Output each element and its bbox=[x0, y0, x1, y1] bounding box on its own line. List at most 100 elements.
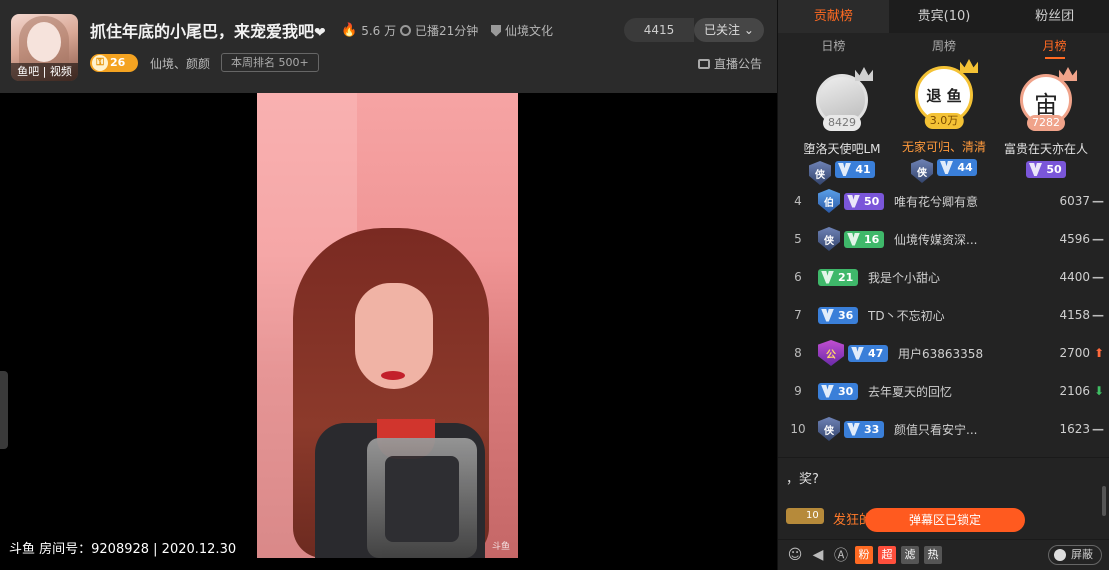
heat-value: 5.6 万 bbox=[361, 24, 397, 38]
tab-vip[interactable]: 贵宾(10) bbox=[889, 0, 1000, 33]
rank-row[interactable]: 8 公 47 用户63863358 2700 ⬆ bbox=[778, 334, 1109, 372]
week-rank-tag[interactable]: 本周排名 500+ bbox=[221, 53, 319, 72]
rank-row[interactable]: 6 21 我是个小甜心 4400 — bbox=[778, 258, 1109, 296]
rank-row[interactable]: 7 36 TD丶不忘初心 4158 — bbox=[778, 296, 1109, 334]
video-player[interactable]: 斗鱼 斗鱼 房间号：9208928 | 2020.12.30 bbox=[0, 93, 777, 570]
rank-score: 4400 bbox=[1059, 270, 1090, 284]
fan-level-badge: 50 bbox=[844, 192, 884, 210]
rank-row[interactable]: 10 侠 33 颜值只看安宁... 1623 — bbox=[778, 410, 1109, 448]
avatar[interactable]: 退 鱼 3.0万 bbox=[915, 59, 978, 129]
fan-level-badge: 36 bbox=[818, 306, 858, 324]
rank-score: 4158 bbox=[1059, 308, 1090, 322]
guild-shield-icon bbox=[491, 24, 501, 37]
tab-fans[interactable]: 粉丝团 bbox=[999, 0, 1109, 33]
arrow-down-icon: ⬇ bbox=[1093, 384, 1104, 398]
chat-level-value: 10 bbox=[806, 510, 819, 521]
podium-name[interactable]: 堕洛天使吧LM bbox=[787, 140, 897, 157]
chat-locked-button[interactable]: 弹幕区已锁定 bbox=[865, 508, 1025, 532]
rank-row[interactable]: 4 伯 50 唯有花兮卿有意 6037 — bbox=[778, 182, 1109, 220]
podium-second[interactable]: 8429 堕洛天使吧LM 侠 41 bbox=[787, 67, 897, 185]
guild-meta[interactable]: 仙境文化 bbox=[491, 22, 553, 39]
tab-weekly[interactable]: 周榜 bbox=[889, 33, 1000, 59]
chat-area[interactable]: ，奖? 10 发狂的 弹幕区已锁定 bbox=[778, 457, 1109, 539]
room-header: 鱼吧 | 视频 抓住年底的小尾巴，来宠爱我吧❤ 🔥 5.6 万 已播21分钟 仙… bbox=[0, 0, 777, 93]
silver-crown-icon bbox=[855, 67, 873, 81]
fan-level-badge: 33 bbox=[844, 420, 884, 438]
microphone-grill bbox=[385, 456, 459, 542]
hot-toggle[interactable]: 热 bbox=[924, 546, 942, 564]
chat-toolbar: ☺ ◀ Ⓐ 粉 超 滤 热 屏蔽 bbox=[778, 539, 1109, 570]
super-barrage-toggle[interactable]: 超 bbox=[878, 546, 896, 564]
notice-link[interactable]: 直播公告 bbox=[698, 55, 762, 72]
avatar-label[interactable]: 鱼吧 | 视频 bbox=[11, 63, 78, 81]
trend-flat-icon: — bbox=[1092, 308, 1104, 322]
podium-value: 3.0万 bbox=[924, 113, 964, 129]
rank-number: 8 bbox=[794, 346, 802, 360]
duke-shield-icon: 公 bbox=[818, 340, 844, 366]
filter-toggle[interactable]: 滤 bbox=[901, 546, 919, 564]
podium-third[interactable]: 宙 7282 富贵在天亦在人 50 bbox=[991, 67, 1101, 180]
follow-label: 已关注 bbox=[704, 23, 741, 37]
collapse-handle[interactable] bbox=[0, 371, 8, 449]
rank-row[interactable]: 5 侠 16 仙境传媒资深... 4596 — bbox=[778, 220, 1109, 258]
chat-message: ，奖? bbox=[786, 472, 819, 487]
anchor-level-badge: ⚿ 26 bbox=[90, 54, 138, 72]
fan-level-badge: 30 bbox=[818, 382, 858, 400]
rank-user-name[interactable]: TD丶不忘初心 bbox=[868, 307, 945, 324]
anchor-level: 26 bbox=[110, 56, 126, 69]
guard-shield-icon: 侠 bbox=[818, 227, 840, 251]
fan-level-badge: 16 bbox=[844, 230, 884, 248]
tab-contribution[interactable]: 贡献榜 bbox=[778, 0, 889, 33]
podium-name[interactable]: 富贵在天亦在人 bbox=[991, 140, 1101, 157]
guard-shield-icon: 伯 bbox=[818, 189, 840, 213]
rank-user-name[interactable]: 仙境传媒资深... bbox=[894, 231, 977, 248]
avatar-text: 退 鱼 bbox=[926, 87, 962, 105]
clock-icon bbox=[400, 25, 411, 36]
rank-badges: 21 bbox=[818, 268, 858, 286]
chat-scrollbar[interactable] bbox=[1102, 486, 1106, 516]
microphone bbox=[367, 438, 477, 558]
avatar[interactable]: 8429 bbox=[816, 67, 873, 131]
rank-user-name[interactable]: 唯有花兮卿有意 bbox=[894, 193, 978, 210]
chevron-down-icon: ⌄ bbox=[743, 23, 754, 37]
podium-first[interactable]: 退 鱼 3.0万 无家可归、清清 侠 44 bbox=[889, 59, 999, 183]
notice-icon bbox=[698, 58, 710, 69]
megaphone-icon[interactable]: ◀ bbox=[809, 546, 827, 564]
panel-tabs: 贡献榜 贵宾(10) 粉丝团 bbox=[778, 0, 1109, 33]
podium-badges: 50 bbox=[991, 161, 1101, 178]
rank-score: 2106 bbox=[1059, 384, 1090, 398]
chat-level-badge: 10 bbox=[786, 508, 824, 524]
rank-user-name[interactable]: 去年夏天的回忆 bbox=[868, 383, 952, 400]
block-toggle[interactable]: 屏蔽 bbox=[1048, 545, 1102, 565]
guild-name[interactable]: 仙境文化 bbox=[505, 22, 553, 39]
rank-user-name[interactable]: 用户63863358 bbox=[898, 345, 983, 362]
live-duration: 已播21分钟 bbox=[415, 24, 479, 38]
trend-flat-icon: — bbox=[1092, 270, 1104, 284]
rank-user-name[interactable]: 我是个小甜心 bbox=[868, 269, 940, 286]
guard-shield-icon: 侠 bbox=[818, 417, 840, 441]
rank-row[interactable]: 9 30 去年夏天的回忆 2106 ⬇ bbox=[778, 372, 1109, 410]
avatar[interactable]: 宙 7282 bbox=[1020, 67, 1077, 131]
podium-name[interactable]: 无家可归、清清 bbox=[889, 138, 999, 155]
room-title-text: 抓住年底的小尾巴，来宠爱我吧 bbox=[90, 22, 315, 41]
font-icon[interactable]: Ⓐ bbox=[832, 546, 850, 564]
fan-barrage-toggle[interactable]: 粉 bbox=[855, 546, 873, 564]
follow-button[interactable]: 已关注 ⌄ bbox=[694, 18, 764, 42]
side-panel: 贡献榜 贵宾(10) 粉丝团 日榜 周榜 月榜 8429 堕洛天使吧LM 侠 4… bbox=[777, 0, 1109, 570]
rank-badges: 侠 16 bbox=[818, 227, 884, 251]
bronze-crown-icon bbox=[1059, 67, 1077, 81]
rank-user-name[interactable]: 颜值只看安宁... bbox=[894, 421, 977, 438]
category-link[interactable]: 仙境、颜颜 bbox=[150, 55, 210, 72]
tab-daily[interactable]: 日榜 bbox=[778, 33, 889, 59]
tab-monthly[interactable]: 月榜 bbox=[999, 33, 1109, 59]
follower-count: 4415 bbox=[624, 18, 694, 42]
rank-number: 7 bbox=[794, 308, 802, 322]
rank-badges: 36 bbox=[818, 306, 858, 324]
streamer-lips bbox=[381, 371, 405, 380]
rank-score: 4596 bbox=[1059, 232, 1090, 246]
emoji-icon[interactable]: ☺ bbox=[786, 546, 804, 564]
arrow-up-icon: ⬆ bbox=[1093, 346, 1104, 360]
rank-score: 2700 bbox=[1059, 346, 1090, 360]
video-frame: 斗鱼 bbox=[257, 93, 518, 558]
streamer-avatar[interactable]: 鱼吧 | 视频 bbox=[11, 14, 78, 81]
